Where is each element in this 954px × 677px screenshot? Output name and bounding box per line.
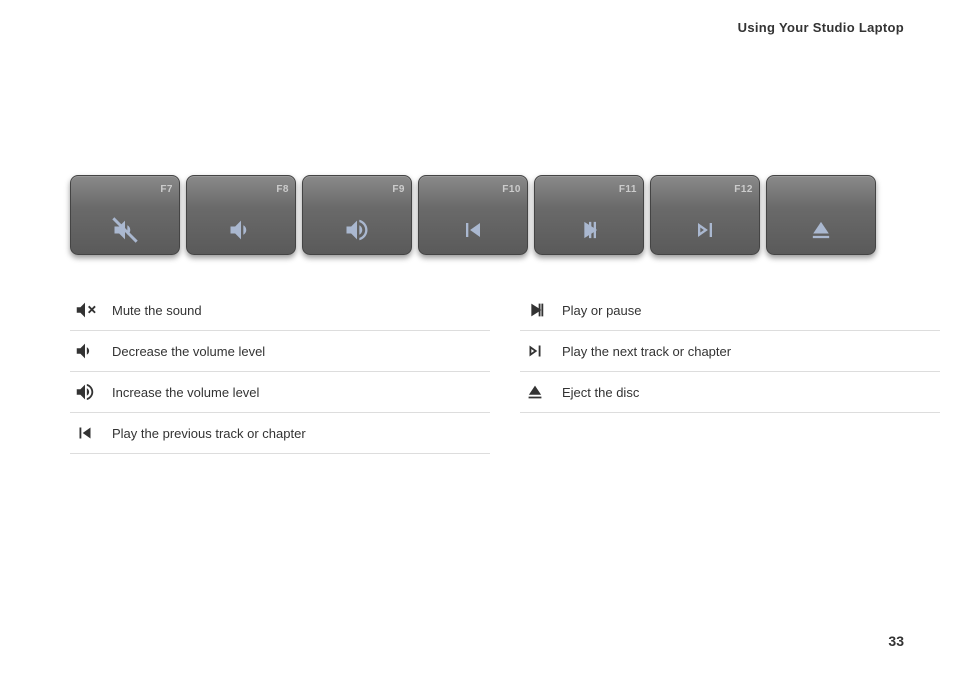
legend-next-icon	[520, 340, 550, 362]
legend-eject-icon	[520, 381, 550, 403]
prev-icon	[459, 216, 487, 244]
legend-mute-text: Mute the sound	[112, 303, 202, 318]
legend-next: Play the next track or chapter	[520, 331, 940, 372]
key-f7: F7	[70, 175, 180, 255]
key-f11-label: F11	[619, 184, 637, 195]
key-f12: F12	[650, 175, 760, 255]
keyboard-row: F7 F8 F9 F10	[70, 175, 876, 255]
next-icon	[691, 216, 719, 244]
key-f8: F8	[186, 175, 296, 255]
key-f10-label: F10	[502, 184, 521, 195]
legend-play-pause-text: Play or pause	[562, 303, 642, 318]
key-f7-label: F7	[160, 184, 173, 195]
legend: Mute the sound Decrease the volume level…	[70, 290, 940, 454]
legend-left-col: Mute the sound Decrease the volume level…	[70, 290, 490, 454]
legend-prev: Play the previous track or chapter	[70, 413, 490, 454]
key-f9-label: F9	[392, 184, 405, 195]
legend-play-pause-icon	[520, 299, 550, 321]
key-eject	[766, 175, 876, 255]
legend-vol-up: Increase the volume level	[70, 372, 490, 413]
key-f11: F11	[534, 175, 644, 255]
vol-up-icon	[343, 216, 371, 244]
legend-divider	[490, 290, 520, 454]
legend-play-pause: Play or pause	[520, 290, 940, 331]
legend-next-text: Play the next track or chapter	[562, 344, 731, 359]
key-f10: F10	[418, 175, 528, 255]
legend-mute-icon	[70, 299, 100, 321]
legend-eject: Eject the disc	[520, 372, 940, 413]
legend-vol-up-icon	[70, 381, 100, 403]
legend-prev-icon	[70, 422, 100, 444]
key-f12-label: F12	[734, 184, 753, 195]
legend-prev-text: Play the previous track or chapter	[112, 426, 306, 441]
key-f8-label: F8	[276, 184, 289, 195]
legend-vol-down-text: Decrease the volume level	[112, 344, 265, 359]
legend-vol-down: Decrease the volume level	[70, 331, 490, 372]
page-number: 33	[888, 633, 904, 649]
legend-vol-down-icon	[70, 340, 100, 362]
legend-right-col: Play or pause Play the next track or cha…	[520, 290, 940, 454]
key-f9: F9	[302, 175, 412, 255]
play-pause-icon	[575, 216, 603, 244]
legend-vol-up-text: Increase the volume level	[112, 385, 259, 400]
legend-mute: Mute the sound	[70, 290, 490, 331]
page-header-title: Using Your Studio Laptop	[738, 20, 904, 35]
legend-eject-text: Eject the disc	[562, 385, 639, 400]
vol-down-icon	[227, 216, 255, 244]
eject-icon	[807, 216, 835, 244]
mute-icon	[111, 216, 139, 244]
